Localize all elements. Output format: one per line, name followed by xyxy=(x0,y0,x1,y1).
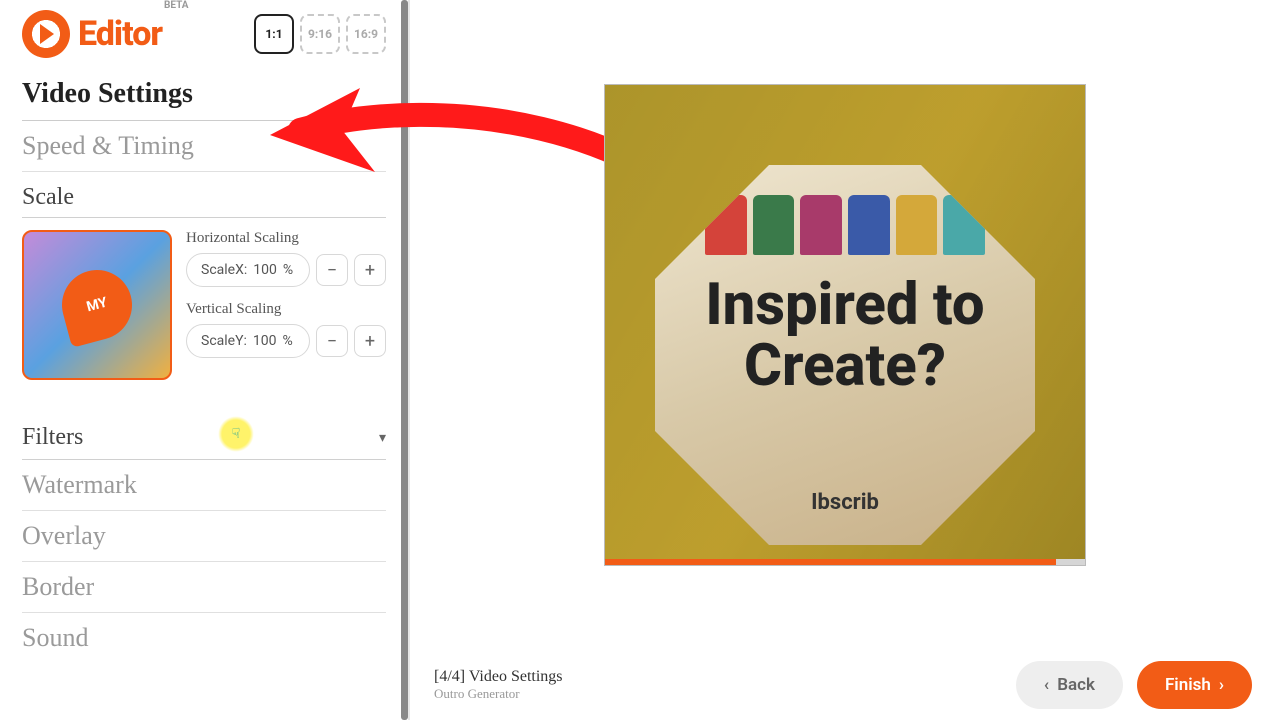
thumb-logo-icon: MY xyxy=(54,262,140,348)
preview-headline: Inspired toCreate? xyxy=(605,275,1085,397)
scaley-field[interactable]: ScaleY: 100% xyxy=(186,324,310,358)
scalex-decrease-button[interactable]: − xyxy=(316,254,348,286)
aspect-ratio-group: 1:1 9:16 16:9 xyxy=(254,14,386,54)
back-button[interactable]: ‹ Back xyxy=(1016,661,1123,709)
playback-progress[interactable] xyxy=(605,559,1056,565)
scalex-increase-button[interactable]: + xyxy=(354,254,386,286)
preview-canvas[interactable]: Inspired toCreate? Ibscrib xyxy=(410,0,1280,650)
chevron-down-icon: ▾ xyxy=(379,430,386,446)
section-filters[interactable]: Filters ▾ xyxy=(22,408,386,460)
ratio-16-9[interactable]: 16:9 xyxy=(346,14,386,54)
sidebar-scrollbar[interactable] xyxy=(401,0,408,720)
chevron-left-icon: ‹ xyxy=(1044,675,1049,695)
video-preview: Inspired toCreate? Ibscrib xyxy=(605,85,1085,565)
scaley-increase-button[interactable]: + xyxy=(354,325,386,357)
bottom-bar: [4/4] Video Settings Outro Generator ‹ B… xyxy=(410,650,1280,720)
ratio-9-16[interactable]: 9:16 xyxy=(300,14,340,54)
logo: EditorBETA xyxy=(22,10,189,58)
section-border[interactable]: Border xyxy=(22,562,386,613)
scale-preview-thumbnail[interactable]: MY xyxy=(22,230,172,380)
finish-button[interactable]: Finish › xyxy=(1137,661,1252,709)
section-video-settings: Video Settings xyxy=(22,68,386,121)
horizontal-scaling-label: Horizontal Scaling xyxy=(186,230,386,247)
main-area: Inspired toCreate? Ibscrib [4/4] Video S… xyxy=(408,0,1280,720)
cursor-highlight-icon xyxy=(218,416,254,452)
beta-badge: BETA xyxy=(164,0,189,11)
sidebar: EditorBETA 1:1 9:16 16:9 Video Settings … xyxy=(0,0,408,720)
logo-text: Editor xyxy=(78,14,162,54)
section-watermark[interactable]: Watermark xyxy=(22,460,386,511)
section-overlay[interactable]: Overlay xyxy=(22,511,386,562)
section-scale[interactable]: Scale xyxy=(22,172,386,218)
logo-mark-icon xyxy=(22,10,70,58)
breadcrumb: Outro Generator xyxy=(434,686,563,702)
crayons-graphic-icon xyxy=(705,175,985,255)
section-speed-timing[interactable]: Speed & Timing xyxy=(22,121,386,172)
preview-caption: Ibscrib xyxy=(605,490,1085,515)
vertical-scaling-label: Vertical Scaling xyxy=(186,301,386,318)
scaley-decrease-button[interactable]: − xyxy=(316,325,348,357)
step-indicator: [4/4] Video Settings xyxy=(434,668,563,686)
section-sound[interactable]: Sound xyxy=(22,613,386,663)
chevron-right-icon: › xyxy=(1219,675,1224,695)
ratio-1-1[interactable]: 1:1 xyxy=(254,14,294,54)
scalex-field[interactable]: ScaleX: 100% xyxy=(186,253,310,287)
